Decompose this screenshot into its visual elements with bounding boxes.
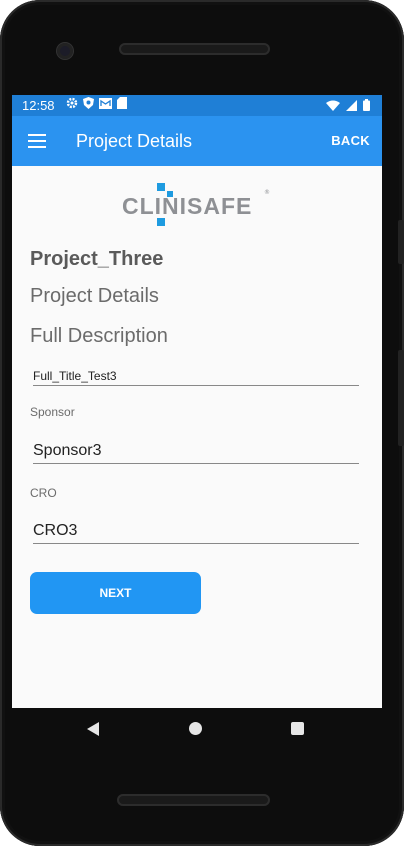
logo-text: CLINISAFE — [122, 193, 253, 219]
earpiece-speaker — [119, 43, 270, 55]
status-system-icons — [326, 99, 370, 111]
clinisafe-logo: CLINISAFE ® — [122, 183, 272, 227]
project-name: Project_Three — [30, 248, 164, 270]
section-subtitle: Full Description — [30, 325, 168, 347]
cro-field[interactable]: CRO3 — [33, 522, 359, 544]
nav-home-icon[interactable] — [189, 722, 202, 735]
status-bar: 12:58 — [12, 95, 382, 116]
nav-back-icon[interactable] — [87, 722, 99, 736]
page-title: Project Details — [76, 131, 193, 151]
sd-card-icon — [117, 97, 127, 109]
navigation-bar — [12, 708, 382, 752]
logo-registered-mark: ® — [264, 189, 270, 196]
power-button — [398, 350, 404, 446]
gear-icon — [66, 97, 78, 109]
sponsor-label: Sponsor — [30, 405, 75, 419]
status-notification-icons — [66, 97, 127, 109]
phone-frame: 12:58 Project Details BACK CLINISAFE ® P… — [0, 0, 404, 846]
wifi-icon — [326, 100, 340, 111]
sponsor-field[interactable]: Sponsor3 — [33, 442, 359, 464]
shield-icon — [83, 97, 94, 109]
volume-button — [398, 220, 404, 264]
next-button[interactable]: NEXT — [30, 572, 201, 614]
status-time: 12:58 — [22, 98, 55, 113]
full-title-field[interactable]: Full_Title_Test3 — [33, 369, 359, 386]
hamburger-menu-icon[interactable] — [28, 134, 46, 148]
nav-recents-icon[interactable] — [291, 722, 304, 735]
back-button[interactable]: BACK — [331, 133, 370, 148]
bottom-speaker — [117, 794, 270, 806]
app-bar: Project Details BACK — [12, 116, 382, 166]
section-title: Project Details — [30, 285, 159, 307]
battery-icon — [363, 99, 370, 111]
app-screen: 12:58 Project Details BACK CLINISAFE ® P… — [12, 95, 382, 708]
cro-label: CRO — [30, 486, 57, 500]
signal-icon — [346, 99, 357, 111]
front-camera — [57, 43, 73, 59]
mail-icon — [99, 97, 112, 109]
